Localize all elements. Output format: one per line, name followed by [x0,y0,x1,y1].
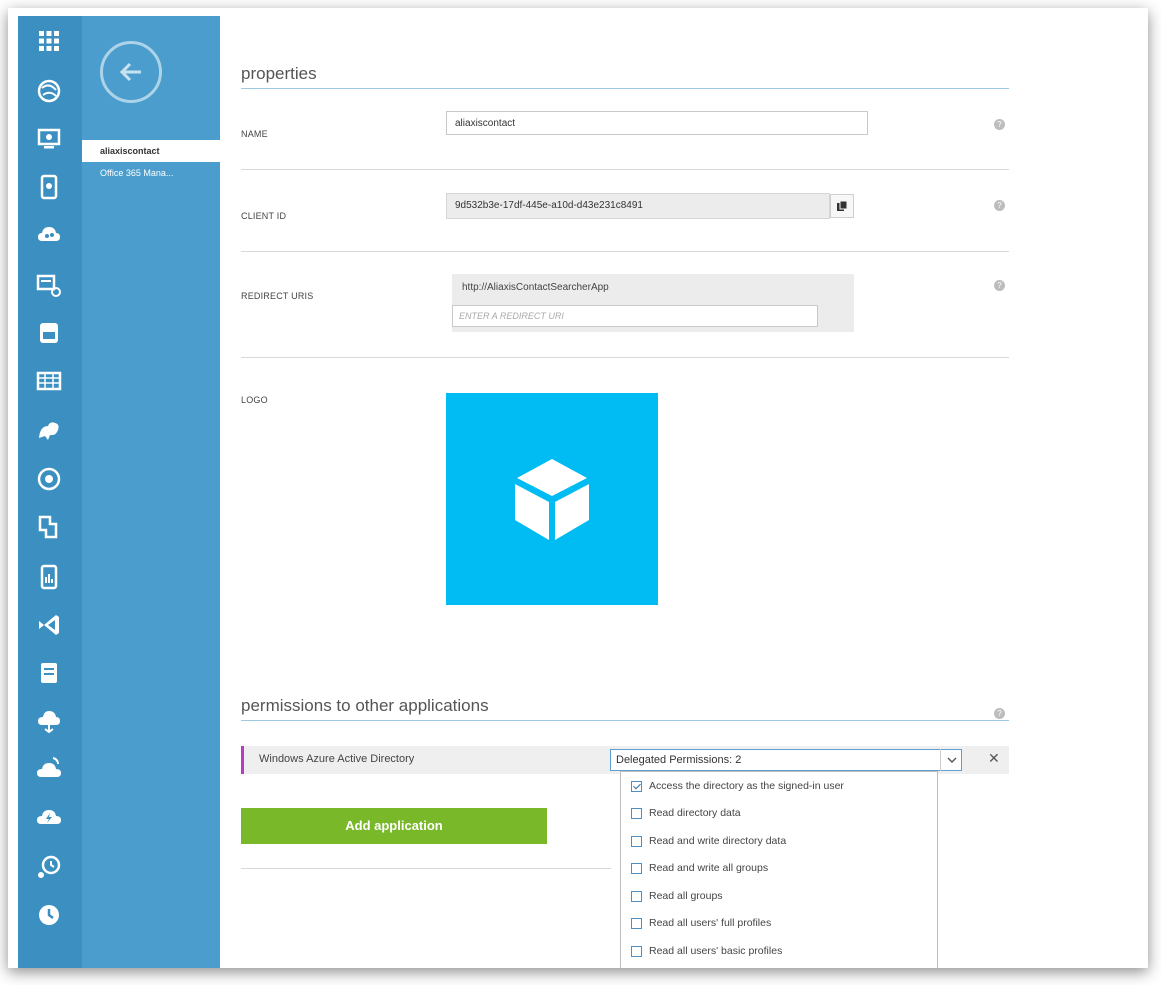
service-rail [18,16,82,968]
dropdown-toggle[interactable] [940,749,962,771]
media-services-icon[interactable] [34,464,64,494]
permission-option[interactable]: Read all users' basic profiles [631,942,782,960]
help-icon[interactable]: ? [994,119,1005,130]
permission-option[interactable]: Read all users' full profiles [631,914,771,932]
storage-icon[interactable] [34,366,64,396]
copy-icon [837,200,848,211]
hdinsight-icon[interactable] [34,416,64,446]
cube-logo-icon [515,459,589,540]
automation-icon[interactable] [34,852,64,882]
remove-permission-button[interactable]: ✕ [988,750,1000,767]
permission-option[interactable]: Read and write directory data [631,832,786,850]
help-icon[interactable]: ? [994,200,1005,211]
row-divider [241,868,611,869]
row-marker [241,746,244,774]
permission-option[interactable]: Access the directory as the signed-in us… [631,777,844,795]
service-bus-icon[interactable] [34,512,64,542]
subnav-item-office365[interactable]: Office 365 Mana... [82,162,220,184]
checkbox[interactable] [631,890,642,902]
biztalk-icon[interactable] [34,706,64,736]
row-divider [241,169,1009,170]
row-divider [241,357,1009,358]
mobile-engagement-icon[interactable] [34,562,64,592]
section-divider [241,720,1009,721]
cdn-icon[interactable] [34,802,64,832]
scheduler-icon[interactable] [34,900,64,930]
redirect-uris-panel: http://AliaxisContactSearcherApp ENTER A… [452,274,854,332]
permission-app-name: Windows Azure Active Directory [259,753,415,765]
all-items-icon[interactable] [34,26,64,56]
cloud-services-icon[interactable] [34,220,64,250]
main-content: properties NAME aliaxiscontact ? CLIENT … [220,8,1148,968]
cache-icon[interactable] [34,658,64,688]
chevron-down-icon [947,757,956,763]
websites-icon[interactable] [34,76,64,106]
name-input[interactable]: aliaxiscontact [446,111,868,135]
app-logo[interactable] [446,393,658,605]
subnav-item-app[interactable]: aliaxiscontact [82,140,220,162]
checkbox[interactable] [631,780,642,792]
help-icon[interactable]: ? [994,708,1005,719]
app-window: aliaxiscontact Office 365 Mana... proper… [8,8,1148,968]
section-divider [241,88,1009,89]
redirect-uri-input[interactable]: ENTER A REDIRECT URI [452,305,818,327]
arrow-left-icon [119,62,141,82]
permissions-title: permissions to other applications [241,696,489,715]
checkbox[interactable] [631,807,642,819]
visual-studio-icon[interactable] [34,610,64,640]
back-button[interactable] [100,41,162,103]
checkbox[interactable] [631,945,642,957]
redirect-uris-label: REDIRECT URIS [241,291,314,301]
subnav-panel: aliaxiscontact Office 365 Mana... [82,16,220,968]
mobile-services-icon[interactable] [34,172,64,202]
recovery-services-icon[interactable] [34,754,64,784]
redirect-uri-value[interactable]: http://AliaxisContactSearcherApp [462,282,609,293]
delegated-permissions-select[interactable]: Delegated Permissions: 2 [610,749,962,771]
sql-databases-icon[interactable] [34,318,64,348]
client-id-label: CLIENT ID [241,211,287,221]
add-application-button[interactable]: Add application [241,808,547,844]
client-id-field: 9d532b3e-17df-445e-a10d-d43e231c8491 [446,193,830,219]
properties-title: properties [241,64,317,83]
batch-icon[interactable] [34,270,64,300]
checkbox[interactable] [631,917,642,929]
copy-button[interactable] [830,194,854,218]
permission-option[interactable]: Read and write all groups [631,859,768,877]
logo-label: LOGO [241,395,268,405]
virtual-machines-icon[interactable] [34,124,64,154]
row-divider [241,251,1009,252]
checkbox[interactable] [631,835,642,847]
permission-option[interactable]: Read all groups [631,887,723,905]
name-label: NAME [241,129,268,139]
permission-option[interactable]: Read directory data [631,804,741,822]
permissions-dropdown: Access the directory as the signed-in us… [620,771,938,968]
help-icon[interactable]: ? [994,280,1005,291]
checkbox[interactable] [631,862,642,874]
